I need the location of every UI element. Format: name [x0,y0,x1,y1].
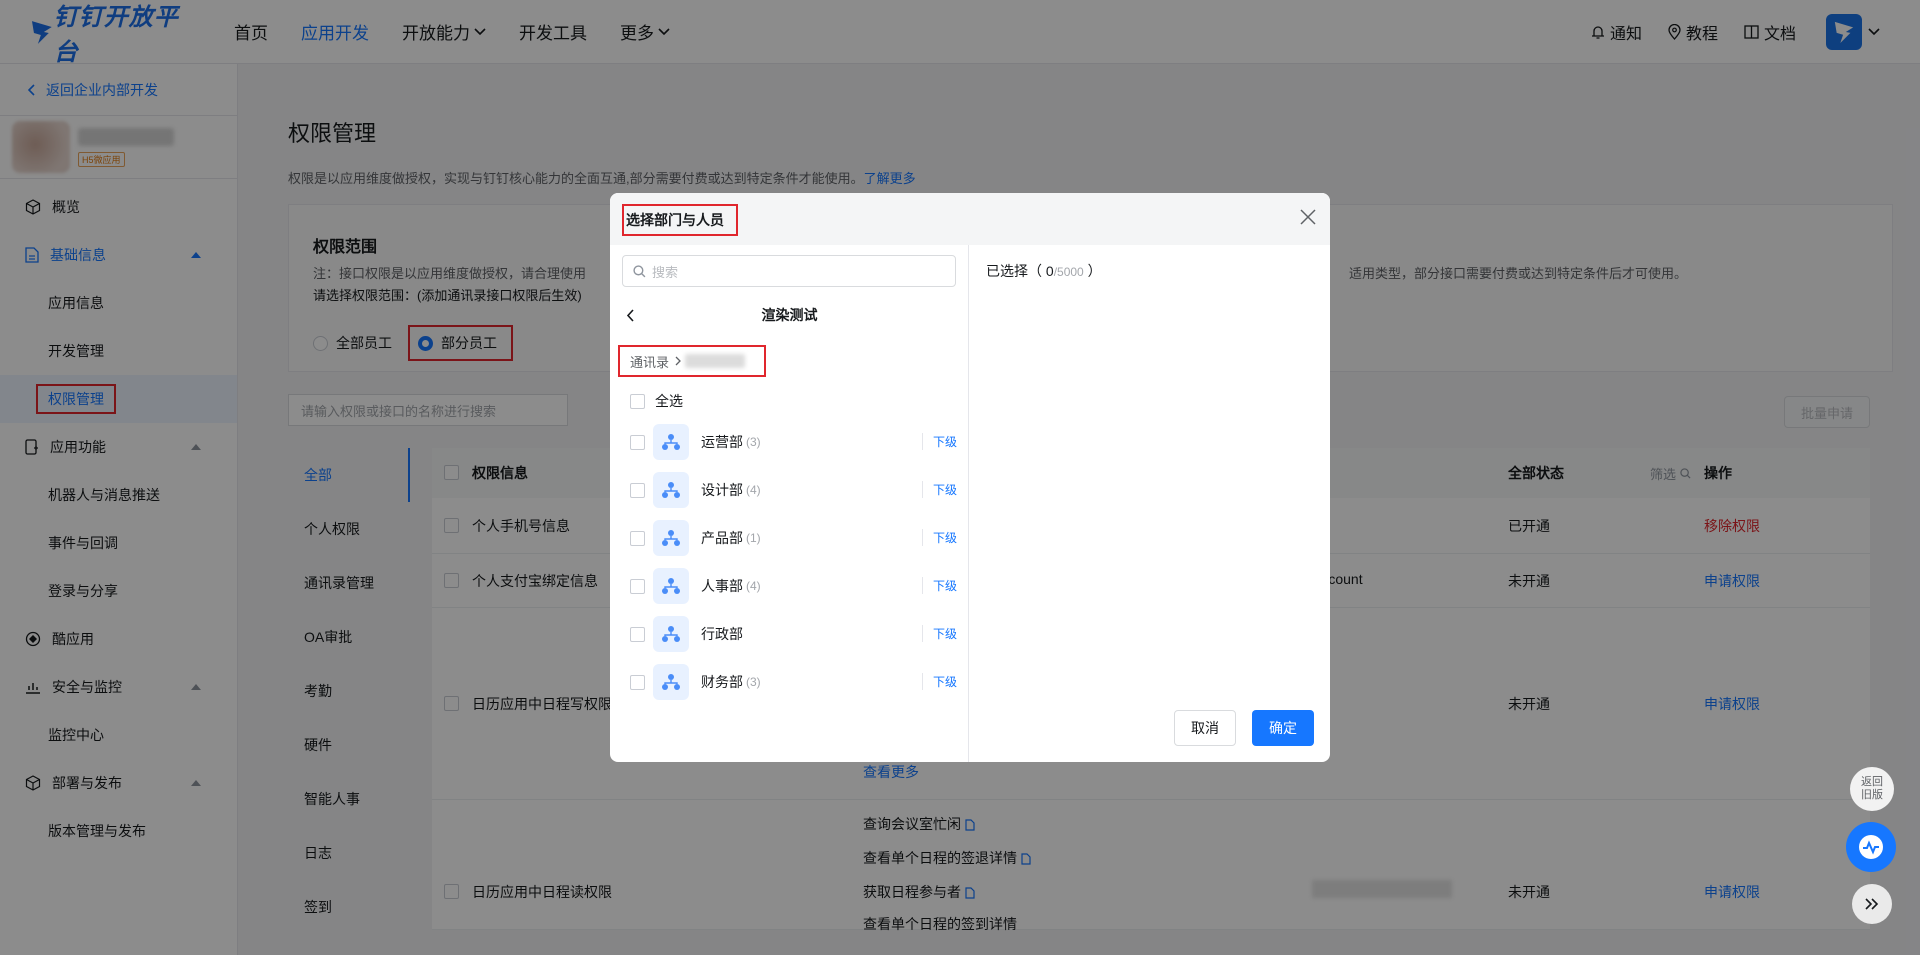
select-dept-modal: 选择部门与人员 搜索 渲染测试 通讯录 全选 运营部 (3) 下级 设计部 (4… [610,193,1330,762]
select-all-row[interactable]: 全选 [630,391,683,411]
dept-checkbox[interactable] [630,626,645,642]
subordinate-link[interactable]: 下级 [921,673,957,690]
subordinate-link[interactable]: 下级 [921,433,957,450]
search-icon [633,264,646,277]
subordinate-link[interactable]: 下级 [921,625,957,642]
org-navigation: 渲染测试 [610,297,969,333]
dept-checkbox[interactable] [630,434,645,450]
org-name: 渲染测试 [761,307,818,323]
org-tree-icon [653,568,689,604]
collapse-button[interactable] [1852,884,1892,924]
org-tree-icon [653,664,689,700]
modal-header: 选择部门与人员 [610,193,1330,245]
select-all-checkbox[interactable] [630,393,645,409]
dept-count: (3) [746,675,761,689]
list-item[interactable]: 行政部 下级 [610,610,969,658]
dept-count: (3) [746,435,761,449]
dept-count: (4) [746,579,761,593]
org-tree-icon [653,424,689,460]
department-list: 运营部 (3) 下级 设计部 (4) 下级 产品部 (1) 下级 人事部 (4) 下级 [610,418,969,706]
org-tree-icon [653,520,689,556]
modal-right-panel: 已选择（ 0/5000 ） 取消 确定 [970,245,1330,762]
dept-count: (4) [746,483,761,497]
modal-left-panel: 搜索 渲染测试 通讯录 全选 运营部 (3) 下级 设计部 (4) 下级 产品部… [610,245,969,762]
dept-count: (1) [746,531,761,545]
subordinate-link[interactable]: 下级 [921,529,957,546]
back-to-old-version-button[interactable]: 返回旧版 [1850,767,1894,811]
dept-name: 产品部 [701,530,743,546]
dept-checkbox[interactable] [630,482,645,498]
dept-checkbox[interactable] [630,578,645,594]
dept-name: 财务部 [701,674,743,690]
dept-name: 运营部 [701,434,743,450]
list-item[interactable]: 人事部 (4) 下级 [610,562,969,610]
modal-title: 选择部门与人员 [622,204,738,236]
breadcrumb: 通讯录 [618,345,766,377]
dept-checkbox[interactable] [630,530,645,546]
assistant-bot-button[interactable] [1846,822,1896,872]
cancel-button[interactable]: 取消 [1174,710,1236,746]
selected-max: /5000 [1053,265,1084,279]
modal-search-input[interactable]: 搜索 [622,255,956,287]
selected-label: 已选择 [986,263,1028,279]
list-item[interactable]: 运营部 (3) 下级 [610,418,969,466]
selected-count: 0 [1045,263,1054,279]
selected-summary: 已选择（ 0/5000 ） [986,263,1102,279]
back-to-old-version-label: 返回旧版 [1861,776,1883,801]
double-chevron-right-icon [1865,898,1879,910]
breadcrumb-root[interactable]: 通讯录 [630,352,669,371]
confirm-button[interactable]: 确定 [1252,710,1314,746]
close-icon [1300,209,1316,225]
dept-name: 行政部 [701,626,743,642]
chat-bot-icon [1859,835,1883,859]
modal-search-placeholder: 搜索 [652,264,679,280]
breadcrumb-current-blurred [685,354,746,368]
list-item[interactable]: 设计部 (4) 下级 [610,466,969,514]
org-tree-icon [653,616,689,652]
close-button[interactable] [1300,209,1316,228]
chevron-right-icon [675,356,681,366]
subordinate-link[interactable]: 下级 [921,577,957,594]
dept-checkbox[interactable] [630,674,645,690]
select-all-label: 全选 [655,393,683,409]
list-item[interactable]: 产品部 (1) 下级 [610,514,969,562]
org-tree-icon [653,472,689,508]
dept-name: 人事部 [701,578,743,594]
subordinate-link[interactable]: 下级 [921,481,957,498]
dept-name: 设计部 [701,482,743,498]
list-item[interactable]: 财务部 (3) 下级 [610,658,969,706]
back-arrow-icon[interactable] [626,309,635,322]
